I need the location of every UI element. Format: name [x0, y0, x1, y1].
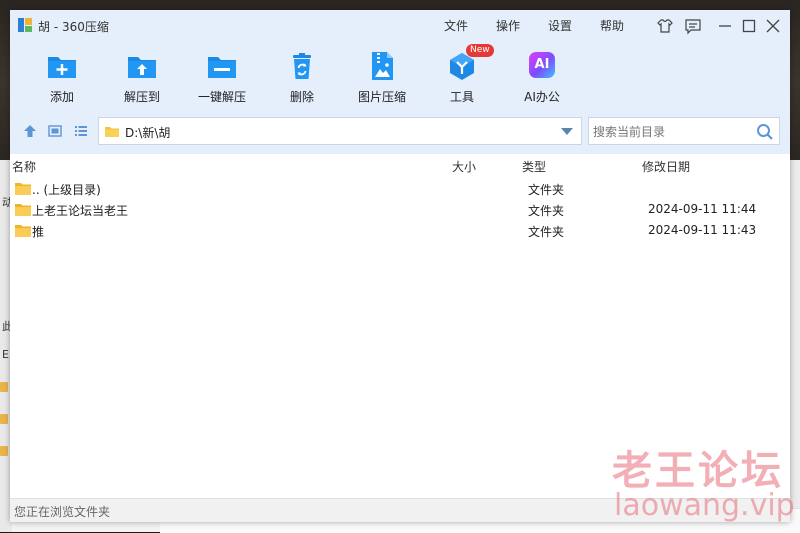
- file-name: .. (上级目录): [32, 183, 101, 197]
- column-size[interactable]: 大小: [452, 158, 476, 175]
- search-box: [588, 117, 780, 145]
- background-text: E: [2, 348, 9, 361]
- minimize-icon[interactable]: [716, 17, 734, 35]
- file-type: 文件夹: [528, 204, 565, 218]
- main-toolbar: 添加 解压到 一键解压 删除 图片压缩 New 工具 AI AI办公: [10, 44, 790, 110]
- file-row[interactable]: 上老王论坛当老王 文件夹 2024-09-11 11:44: [10, 199, 790, 220]
- column-modified[interactable]: 修改日期: [642, 158, 690, 175]
- ai-office-label: AI办公: [524, 90, 560, 104]
- close-icon[interactable]: [764, 17, 782, 35]
- column-type[interactable]: 类型: [522, 158, 546, 175]
- menu-settings[interactable]: 设置: [548, 17, 572, 34]
- folder-icon: [15, 204, 31, 216]
- folder-icon: [15, 225, 31, 237]
- file-row-parent[interactable]: .. (上级目录) 文件夹: [10, 178, 790, 199]
- up-arrow-icon[interactable]: [23, 124, 37, 138]
- watermark-url: laowang.vip: [614, 488, 795, 523]
- menu-operation[interactable]: 操作: [496, 17, 520, 34]
- delete-label: 删除: [289, 90, 314, 104]
- background-folder-icon: [0, 414, 8, 424]
- one-click-extract-button[interactable]: 一键解压: [182, 48, 262, 110]
- add-label: 添加: [49, 90, 74, 104]
- background-folder-icon: [0, 446, 8, 456]
- thumbnail-view-icon[interactable]: [48, 124, 62, 138]
- address-row: D:\新\胡: [10, 116, 790, 146]
- file-row[interactable]: 推 文件夹 2024-09-11 11:43: [10, 220, 790, 241]
- tools-button[interactable]: New 工具: [422, 44, 502, 110]
- app-logo-icon: [18, 18, 32, 32]
- feedback-icon[interactable]: [684, 17, 702, 35]
- ai-icon-text: AI: [534, 57, 550, 72]
- extract-to-label: 解压到: [123, 90, 160, 104]
- background-folder-icon: [0, 382, 8, 392]
- extract-to-button[interactable]: 解压到: [102, 48, 182, 110]
- ai-office-button[interactable]: AI AI办公: [502, 48, 582, 110]
- column-header: 名称 大小 类型 修改日期: [10, 154, 790, 176]
- extract-to-icon: [128, 57, 156, 78]
- maximize-icon[interactable]: [740, 17, 758, 35]
- address-path: D:\新\胡: [125, 126, 171, 140]
- new-badge: New: [466, 44, 494, 57]
- file-type: 文件夹: [528, 183, 565, 197]
- file-name: 推: [32, 225, 45, 239]
- search-input[interactable]: [591, 122, 755, 142]
- recycle-bin-icon: [293, 53, 311, 79]
- image-compress-label: 图片压缩: [357, 90, 406, 104]
- one-click-extract-icon: [208, 57, 236, 78]
- column-name[interactable]: 名称: [12, 158, 36, 175]
- one-click-extract-label: 一键解压: [197, 90, 246, 104]
- menu-file[interactable]: 文件: [444, 17, 468, 34]
- title-bar[interactable]: 胡 - 360压缩 文件 操作 设置 帮助: [10, 10, 790, 42]
- status-text: 您正在浏览文件夹: [14, 505, 111, 519]
- search-icon[interactable]: [755, 122, 775, 142]
- folder-icon: [15, 183, 31, 195]
- file-type: 文件夹: [528, 225, 565, 239]
- address-dropdown-icon[interactable]: [561, 128, 573, 135]
- image-compress-icon: [372, 52, 393, 80]
- file-date: 2024-09-11 11:44: [648, 202, 757, 216]
- add-folder-icon: [48, 57, 76, 78]
- window-title: 胡 - 360压缩: [38, 20, 109, 34]
- file-date: 2024-09-11 11:43: [648, 223, 757, 237]
- delete-button[interactable]: 删除: [262, 48, 342, 110]
- file-name: 上老王论坛当老王: [32, 204, 129, 218]
- header-area: 胡 - 360压缩 文件 操作 设置 帮助 添加 解压到 一键解压 删除 图片压…: [10, 10, 790, 154]
- add-button[interactable]: 添加: [22, 48, 102, 110]
- image-compress-button[interactable]: 图片压缩: [342, 48, 422, 110]
- menu-help[interactable]: 帮助: [600, 17, 624, 34]
- list-view-icon[interactable]: [74, 124, 88, 138]
- skin-icon[interactable]: [656, 17, 674, 35]
- folder-icon: [105, 127, 119, 137]
- ai-office-icon: AI: [529, 52, 555, 78]
- tools-label: 工具: [449, 90, 474, 104]
- address-bar[interactable]: D:\新\胡: [98, 117, 582, 145]
